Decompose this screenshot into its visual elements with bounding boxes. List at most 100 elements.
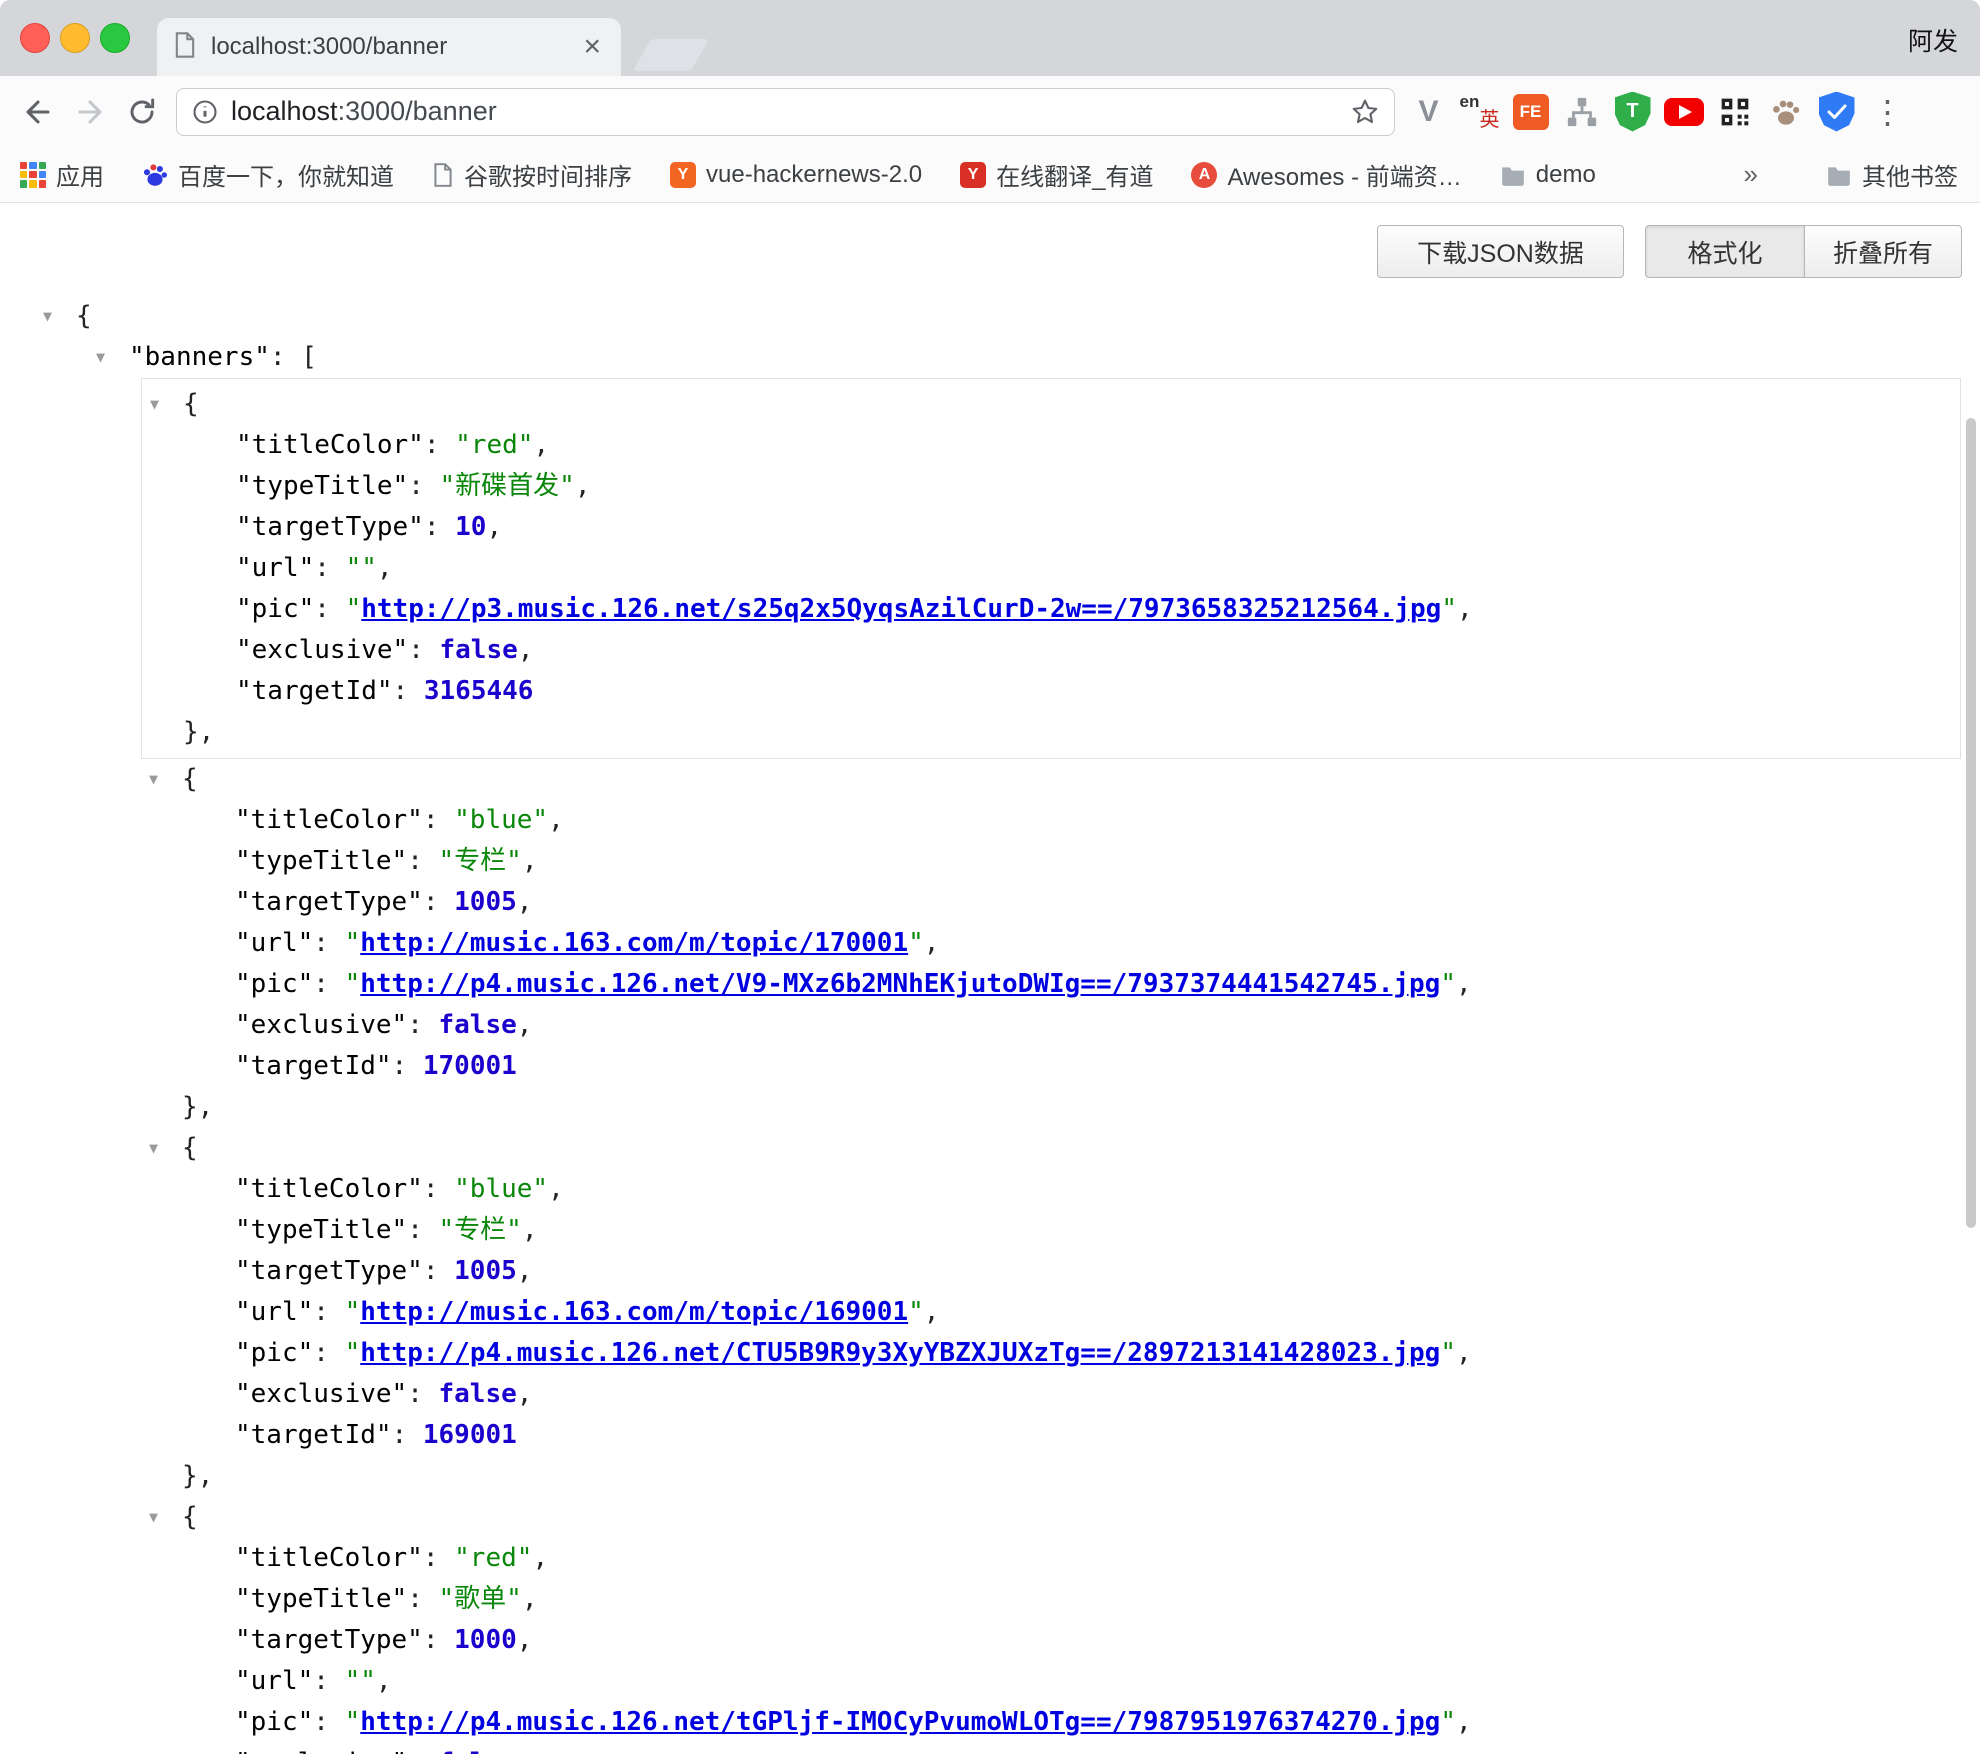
json-boolean-value: false bbox=[439, 1379, 517, 1409]
close-window-button[interactable] bbox=[20, 23, 50, 53]
collapse-toggle-icon[interactable]: ▼ bbox=[43, 296, 52, 337]
json-line: "typeTitle": "新碟首发", bbox=[142, 466, 1960, 507]
json-line: ▼"banners": [ bbox=[0, 337, 1980, 378]
extension-youtube-button[interactable] bbox=[1658, 86, 1709, 138]
json-link-value[interactable]: http://p3.music.126.net/s25q2x5QyqsAzilC… bbox=[361, 594, 1441, 624]
bookmark-label: 百度一下，你就知道 bbox=[178, 157, 394, 192]
json-key: "url" bbox=[235, 1297, 313, 1327]
json-punctuation: : bbox=[424, 512, 455, 542]
extension-green-shield-button[interactable]: T bbox=[1607, 86, 1658, 138]
bookmark-awesomes[interactable]: A Awesomes - 前端资… bbox=[1191, 157, 1461, 192]
json-key: "targetId" bbox=[235, 1420, 392, 1450]
json-link-value[interactable]: http://p4.music.126.net/V9-MXz6b2MNhEKju… bbox=[360, 969, 1440, 999]
bookmarks-overflow-chevron[interactable]: » bbox=[1744, 159, 1758, 190]
json-line: }, bbox=[0, 1087, 1980, 1128]
url-host: localhost bbox=[231, 96, 338, 126]
collapse-toggle-icon[interactable]: ▼ bbox=[150, 384, 159, 425]
extension-blue-shield-button[interactable] bbox=[1811, 86, 1862, 138]
new-tab-button[interactable] bbox=[633, 39, 709, 71]
json-punctuation: { bbox=[183, 389, 199, 419]
extension-qrcode-button[interactable] bbox=[1709, 86, 1760, 138]
json-line: ▼{ bbox=[0, 1497, 1980, 1538]
collapse-toggle-icon[interactable]: ▼ bbox=[149, 1497, 158, 1538]
star-icon bbox=[1350, 97, 1380, 127]
json-punctuation: : bbox=[314, 594, 345, 624]
minimize-window-button[interactable] bbox=[60, 23, 90, 53]
bookmark-vue-hackernews[interactable]: Y vue-hackernews-2.0 bbox=[670, 161, 922, 189]
json-key: "targetType" bbox=[235, 887, 423, 917]
json-link-value[interactable]: http://p4.music.126.net/tGPljf-IMOCyPvum… bbox=[360, 1707, 1440, 1737]
json-key: "pic" bbox=[235, 1707, 313, 1737]
url-bar[interactable]: localhost:3000/banner bbox=[176, 88, 1395, 136]
extension-translate-button[interactable]: en 英 bbox=[1454, 86, 1505, 138]
json-punctuation: : bbox=[408, 635, 439, 665]
hackernews-icon: Y bbox=[670, 162, 696, 188]
json-string-quote: " bbox=[1440, 1338, 1456, 1368]
download-json-button[interactable]: 下载JSON数据 bbox=[1377, 225, 1624, 278]
baidu-paw-icon bbox=[142, 162, 168, 188]
json-number-value: 170001 bbox=[423, 1051, 517, 1081]
browser-menu-button[interactable]: ⋮ bbox=[1862, 86, 1913, 138]
json-string-quote: " bbox=[908, 928, 924, 958]
collapse-all-button[interactable]: 折叠所有 bbox=[1804, 225, 1962, 278]
bookmark-youdao[interactable]: Y 在线翻译_有道 bbox=[960, 157, 1153, 192]
navigation-bar: localhost:3000/banner V en 英 FE bbox=[0, 76, 1980, 147]
bookmark-baidu[interactable]: 百度一下，你就知道 bbox=[142, 157, 394, 192]
fullscreen-window-button[interactable] bbox=[100, 23, 130, 53]
fe-icon: FE bbox=[1513, 94, 1549, 130]
json-line: "exclusive": false, bbox=[0, 1005, 1980, 1046]
json-key: "titleColor" bbox=[235, 1543, 423, 1573]
json-punctuation: : bbox=[392, 1420, 423, 1450]
json-line: "exclusive": false, bbox=[0, 1743, 1980, 1754]
bookmark-demo-folder[interactable]: demo bbox=[1500, 161, 1596, 189]
json-key: "titleColor" bbox=[236, 430, 424, 460]
json-line: "titleColor": "blue", bbox=[0, 800, 1980, 841]
close-tab-icon[interactable]: × bbox=[579, 32, 605, 62]
json-string-quote: " bbox=[345, 1707, 361, 1737]
extension-vimium-button[interactable]: V bbox=[1403, 86, 1454, 138]
extension-orgchart-button[interactable] bbox=[1556, 86, 1607, 138]
json-link-value[interactable]: http://music.163.com/m/topic/170001 bbox=[360, 928, 908, 958]
forward-button[interactable] bbox=[64, 86, 116, 138]
browser-tab[interactable]: localhost:3000/banner × bbox=[157, 18, 621, 76]
page-info-icon[interactable] bbox=[191, 98, 219, 126]
reload-button[interactable] bbox=[116, 86, 168, 138]
json-link-value[interactable]: http://p4.music.126.net/CTU5B9R9y3XyYBZX… bbox=[360, 1338, 1440, 1368]
collapse-toggle-icon[interactable]: ▼ bbox=[149, 759, 158, 800]
format-button[interactable]: 格式化 bbox=[1645, 225, 1805, 278]
json-line: "pic": "http://p4.music.126.net/V9-MXz6b… bbox=[0, 964, 1980, 1005]
json-punctuation: : bbox=[424, 430, 455, 460]
scrollbar-thumb[interactable] bbox=[1966, 418, 1976, 1228]
json-key: "exclusive" bbox=[236, 635, 408, 665]
json-punctuation: : bbox=[393, 676, 424, 706]
collapse-toggle-icon[interactable]: ▼ bbox=[96, 337, 105, 378]
bookmark-apps[interactable]: 应用 bbox=[20, 157, 104, 192]
json-key: "exclusive" bbox=[235, 1010, 407, 1040]
paw-icon bbox=[1770, 96, 1802, 128]
json-string-quote: " bbox=[345, 928, 361, 958]
extension-paw-button[interactable] bbox=[1760, 86, 1811, 138]
json-string-value: "" bbox=[345, 1666, 376, 1696]
back-button[interactable] bbox=[12, 86, 64, 138]
json-punctuation: , bbox=[924, 1297, 940, 1327]
json-punctuation: : bbox=[423, 1256, 454, 1286]
json-line: "typeTitle": "专栏", bbox=[0, 841, 1980, 882]
json-number-value: 1005 bbox=[454, 887, 517, 917]
bookmark-star-button[interactable] bbox=[1350, 97, 1380, 127]
json-punctuation: , bbox=[517, 1748, 533, 1754]
collapse-toggle-icon[interactable]: ▼ bbox=[149, 1128, 158, 1169]
highlighted-json-object: ▼{"titleColor": "red","typeTitle": "新碟首发… bbox=[141, 378, 1961, 759]
json-link-value[interactable]: http://music.163.com/m/topic/169001 bbox=[360, 1297, 908, 1327]
json-punctuation: , bbox=[517, 1625, 533, 1655]
bookmark-google-sort[interactable]: 谷歌按时间排序 bbox=[432, 157, 632, 192]
kebab-menu-icon: ⋮ bbox=[1872, 93, 1904, 131]
other-bookmarks-folder[interactable]: 其他书签 bbox=[1826, 157, 1958, 192]
extension-fe-button[interactable]: FE bbox=[1505, 86, 1556, 138]
json-punctuation: : bbox=[407, 1215, 438, 1245]
browser-window: localhost:3000/banner × 阿发 localhost bbox=[0, 0, 1980, 1754]
json-punctuation: , bbox=[924, 928, 940, 958]
url-text: localhost:3000/banner bbox=[231, 96, 497, 127]
json-tree: ▼{▼"banners": [▼{"titleColor": "red","ty… bbox=[0, 203, 1980, 1754]
json-key: "targetType" bbox=[235, 1256, 423, 1286]
apps-grid-icon bbox=[20, 162, 46, 188]
